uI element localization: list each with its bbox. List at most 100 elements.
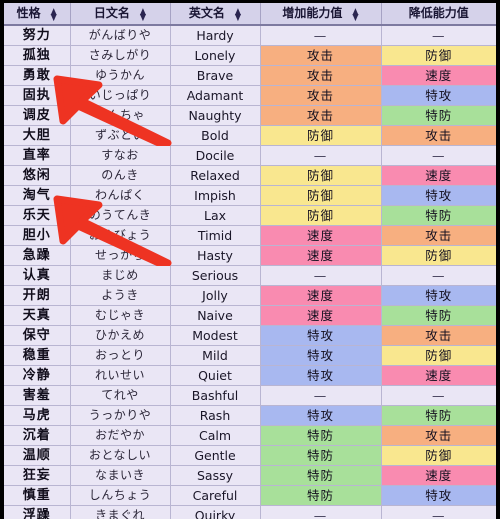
cell-decreased-stat: 防御 <box>381 445 496 466</box>
cell-nature-english: Bold <box>170 125 261 146</box>
cell-increased-stat: 速度 <box>260 225 382 246</box>
cell-increased-stat: — <box>260 385 382 406</box>
table-row: 孤独 さみしがり Lonely 攻击 防御 <box>4 45 496 66</box>
cell-decreased-stat: — <box>381 145 496 166</box>
sort-icon[interactable]: ▲ ▼ <box>51 6 57 21</box>
nature-table-container: 性格 ▲ ▼ 日文名 ▲ ▼ 英文名 ▲ ▼ 增加能力值 ▲ ▼ 降低能力值 努… <box>4 3 496 519</box>
cell-decreased-stat: — <box>381 505 496 519</box>
cell-increased-stat: — <box>260 25 382 46</box>
cell-nature-chinese: 直率 <box>4 145 71 166</box>
cell-nature-japanese: わんぱく <box>70 185 171 206</box>
cell-nature-japanese: のうてんき <box>70 205 171 226</box>
cell-increased-stat: 特攻 <box>260 405 382 426</box>
cell-nature-chinese: 胆小 <box>4 225 71 246</box>
cell-nature-english: Sassy <box>170 465 261 486</box>
cell-nature-chinese: 天真 <box>4 305 71 326</box>
cell-increased-stat: 防御 <box>260 125 382 146</box>
cell-nature-english: Hasty <box>170 245 261 266</box>
cell-nature-english: Naughty <box>170 105 261 126</box>
cell-decreased-stat: 防御 <box>381 345 496 366</box>
cell-nature-chinese: 急躁 <box>4 245 71 266</box>
cell-nature-japanese: いじっぱり <box>70 85 171 106</box>
cell-nature-japanese: せっかち <box>70 245 171 266</box>
table-row: 乐天 のうてんき Lax 防御 特防 <box>4 205 496 226</box>
cell-nature-english: Rash <box>170 405 261 426</box>
cell-nature-japanese: てれや <box>70 385 171 406</box>
frame-left-border <box>0 0 4 519</box>
cell-nature-japanese: おだやか <box>70 425 171 446</box>
cell-nature-japanese: まじめ <box>70 265 171 286</box>
cell-decreased-stat: 速度 <box>381 165 496 186</box>
cell-decreased-stat: — <box>381 265 496 286</box>
sort-icon[interactable]: ▲ ▼ <box>140 6 146 21</box>
cell-decreased-stat: 速度 <box>381 65 496 86</box>
cell-nature-chinese: 努力 <box>4 25 71 46</box>
column-header-nature[interactable]: 性格 ▲ ▼ <box>4 3 71 26</box>
cell-nature-chinese: 保守 <box>4 325 71 346</box>
table-row: 淘气 わんぱく Impish 防御 特攻 <box>4 185 496 206</box>
sort-icon[interactable]: ▲ ▼ <box>235 6 241 21</box>
cell-nature-japanese: おとなしい <box>70 445 171 466</box>
nature-table: 性格 ▲ ▼ 日文名 ▲ ▼ 英文名 ▲ ▼ 增加能力值 ▲ ▼ 降低能力值 努… <box>4 3 496 519</box>
cell-increased-stat: 攻击 <box>260 45 382 66</box>
cell-nature-english: Timid <box>170 225 261 246</box>
cell-increased-stat: 特攻 <box>260 345 382 366</box>
cell-nature-chinese: 固执 <box>4 85 71 106</box>
cell-decreased-stat: 特防 <box>381 205 496 226</box>
table-row: 大胆 ずぶとい Bold 防御 攻击 <box>4 125 496 146</box>
cell-decreased-stat: 防御 <box>381 45 496 66</box>
table-row: 直率 すなお Docile — — <box>4 145 496 166</box>
cell-nature-japanese: きまぐれ <box>70 505 171 519</box>
cell-nature-chinese: 认真 <box>4 265 71 286</box>
column-header-increased-stat[interactable]: 增加能力值 ▲ ▼ <box>260 3 382 26</box>
table-row: 马虎 うっかりや Rash 特攻 特防 <box>4 405 496 426</box>
table-row: 冷静 れいせい Quiet 特攻 速度 <box>4 365 496 386</box>
column-header-japanese[interactable]: 日文名 ▲ ▼ <box>70 3 171 26</box>
cell-nature-chinese: 温顺 <box>4 445 71 466</box>
cell-decreased-stat: 特攻 <box>381 85 496 106</box>
cell-increased-stat: — <box>260 145 382 166</box>
table-row: 沉着 おだやか Calm 特防 攻击 <box>4 425 496 446</box>
cell-nature-chinese: 沉着 <box>4 425 71 446</box>
cell-nature-english: Naive <box>170 305 261 326</box>
cell-nature-japanese: がんばりや <box>70 25 171 46</box>
sort-icon[interactable]: ▲ ▼ <box>352 6 358 21</box>
table-row: 慎重 しんちょう Careful 特防 特攻 <box>4 485 496 506</box>
frame-right-border <box>496 0 500 519</box>
cell-nature-chinese: 害羞 <box>4 385 71 406</box>
cell-increased-stat: — <box>260 505 382 519</box>
cell-increased-stat: 攻击 <box>260 85 382 106</box>
cell-decreased-stat: 特防 <box>381 305 496 326</box>
table-row: 狂妄 なまいき Sassy 特防 速度 <box>4 465 496 486</box>
cell-nature-chinese: 调皮 <box>4 105 71 126</box>
cell-nature-japanese: なまいき <box>70 465 171 486</box>
cell-increased-stat: 防御 <box>260 205 382 226</box>
table-row: 天真 むじゃき Naive 速度 特防 <box>4 305 496 326</box>
cell-nature-japanese: ひかえめ <box>70 325 171 346</box>
table-row: 害羞 てれや Bashful — — <box>4 385 496 406</box>
cell-nature-japanese: おくびょう <box>70 225 171 246</box>
cell-decreased-stat: 特攻 <box>381 485 496 506</box>
cell-nature-chinese: 浮躁 <box>4 505 71 519</box>
cell-nature-english: Relaxed <box>170 165 261 186</box>
column-header-english[interactable]: 英文名 ▲ ▼ <box>170 3 261 26</box>
cell-nature-japanese: ずぶとい <box>70 125 171 146</box>
cell-nature-english: Quirky <box>170 505 261 519</box>
table-row: 调皮 やんちゃ Naughty 攻击 特防 <box>4 105 496 126</box>
cell-increased-stat: 特防 <box>260 465 382 486</box>
cell-nature-chinese: 稳重 <box>4 345 71 366</box>
table-row: 勇敢 ゆうかん Brave 攻击 速度 <box>4 65 496 86</box>
cell-nature-japanese: ようき <box>70 285 171 306</box>
cell-nature-english: Docile <box>170 145 261 166</box>
cell-nature-english: Gentle <box>170 445 261 466</box>
cell-nature-chinese: 狂妄 <box>4 465 71 486</box>
cell-nature-english: Lax <box>170 205 261 226</box>
cell-nature-english: Calm <box>170 425 261 446</box>
column-header-decreased-stat[interactable]: 降低能力值 <box>381 3 496 26</box>
cell-nature-english: Quiet <box>170 365 261 386</box>
cell-increased-stat: 速度 <box>260 305 382 326</box>
table-row: 稳重 おっとり Mild 特攻 防御 <box>4 345 496 366</box>
frame-top-border <box>0 0 500 3</box>
cell-increased-stat: 防御 <box>260 165 382 186</box>
column-header-nature-label: 性格 <box>16 6 41 20</box>
